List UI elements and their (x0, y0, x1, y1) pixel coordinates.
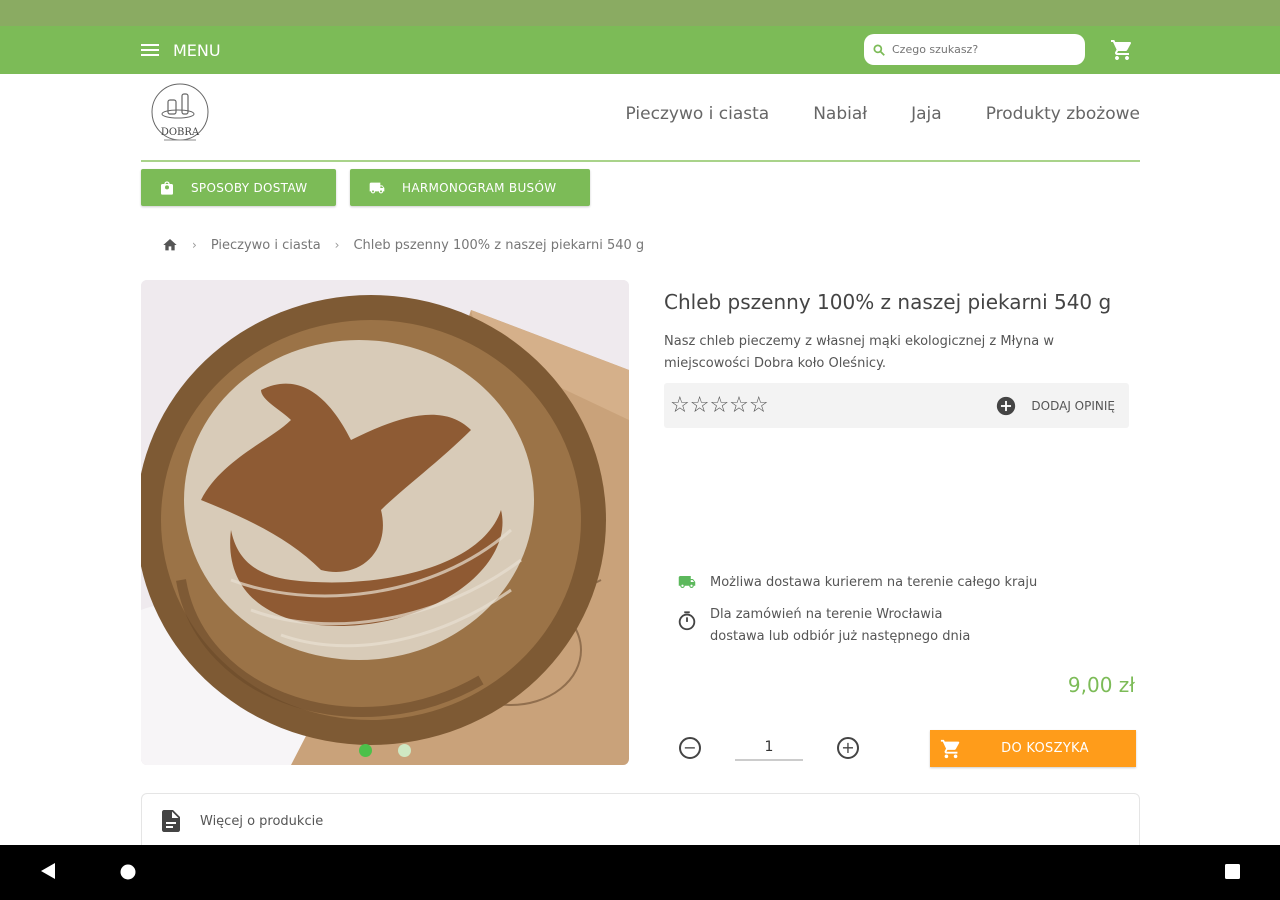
product-price: 9,00 zł (1067, 673, 1135, 697)
main-nav: Pieczywo i ciasta Nabiał Jaja Produkty z… (626, 104, 1140, 124)
delivery-methods-button[interactable]: SPOSOBY DOSTAW (141, 169, 336, 206)
document-icon (162, 810, 180, 832)
bread-image: DOBRA (141, 280, 629, 765)
add-to-cart-label: DO KOSZYKA (1001, 741, 1089, 756)
gallery-dot-1[interactable] (359, 744, 372, 757)
nav-item-nabial[interactable]: Nabiał (813, 104, 867, 124)
recents-icon[interactable] (1224, 861, 1242, 881)
add-review-button[interactable]: DODAJ OPINIĘ (995, 395, 1115, 417)
chevron-right-icon: › (334, 238, 340, 252)
nav-item-pieczywo[interactable]: Pieczywo i ciasta (626, 104, 770, 124)
chevron-right-icon: › (192, 238, 197, 252)
rating-stars[interactable]: ☆☆☆☆☆ (670, 393, 769, 418)
stopwatch-icon (678, 611, 696, 631)
system-nav-bar (0, 845, 1280, 900)
hamburger-icon (141, 43, 161, 57)
quantity-stepper: − 1 + (679, 735, 859, 761)
home-icon[interactable] (162, 237, 178, 253)
breadcrumb-current: Chleb pszenny 100% z naszej piekarni 540… (353, 237, 645, 253)
bus-schedule-button[interactable]: HARMONOGRAM BUSÓW (350, 169, 590, 206)
quantity-input[interactable]: 1 (735, 735, 803, 761)
svg-text:DOBRA: DOBRA (161, 127, 200, 138)
gallery-dot-2[interactable] (398, 744, 411, 757)
more-about-product-panel: Więcej o produkcie (141, 793, 1140, 853)
delivery-methods-label: SPOSOBY DOSTAW (191, 180, 308, 195)
truck-icon (678, 576, 696, 588)
shopping-bag-icon (161, 180, 173, 195)
next-day-line2: dostawa lub odbiór już następnego dnia (710, 629, 971, 644)
plus-circle-icon (997, 396, 1016, 416)
next-day-line1: Dla zamówień na terenie Wrocławia (710, 607, 943, 622)
dobra-logo[interactable]: DOBRA (148, 82, 212, 148)
home-button-icon[interactable] (119, 861, 137, 881)
product-description: Nasz chleb pieczemy z własnej mąki ekolo… (664, 334, 1054, 371)
more-about-product-label: Więcej o produkcie (200, 813, 324, 829)
nav-item-produkty-zbozowe[interactable]: Produkty zbożowe (986, 104, 1140, 124)
decrease-quantity-button[interactable]: − (679, 737, 701, 759)
menu-label: MENU (173, 40, 221, 60)
menu-button[interactable]: MENU (141, 26, 221, 74)
nav-divider (141, 160, 1140, 162)
next-day-delivery-info: Dla zamówień na terenie Wrocławia dostaw… (676, 604, 970, 648)
product-title: Chleb pszenny 100% z naszej piekarni 540… (664, 290, 1112, 314)
search-box[interactable] (864, 34, 1085, 65)
add-to-cart-button[interactable]: DO KOSZYKA (930, 730, 1136, 767)
product-image[interactable]: DOBRA (141, 280, 629, 765)
rating-box: ☆☆☆☆☆ DODAJ OPINIĘ (664, 383, 1129, 428)
truck-icon (369, 182, 385, 193)
cart-icon[interactable] (1110, 38, 1134, 62)
more-about-product-toggle[interactable]: Więcej o produkcie (162, 810, 323, 832)
breadcrumb: › Pieczywo i ciasta › Chleb pszenny 100%… (162, 237, 644, 253)
status-bar (0, 0, 1280, 26)
search-input[interactable] (892, 43, 1072, 56)
breadcrumb-category[interactable]: Pieczywo i ciasta (211, 238, 321, 253)
nav-item-jaja[interactable]: Jaja (911, 104, 942, 124)
cart-icon (940, 739, 960, 758)
courier-delivery-text: Możliwa dostawa kurierem na terenie całe… (710, 574, 1038, 590)
increase-quantity-button[interactable]: + (837, 737, 859, 759)
top-bar: MENU (0, 26, 1280, 74)
courier-delivery-info: Możliwa dostawa kurierem na terenie całe… (676, 573, 1037, 591)
bus-schedule-label: HARMONOGRAM BUSÓW (402, 180, 557, 195)
back-icon[interactable] (39, 861, 57, 881)
search-icon (873, 43, 885, 56)
add-review-label: DODAJ OPINIĘ (1031, 399, 1115, 413)
